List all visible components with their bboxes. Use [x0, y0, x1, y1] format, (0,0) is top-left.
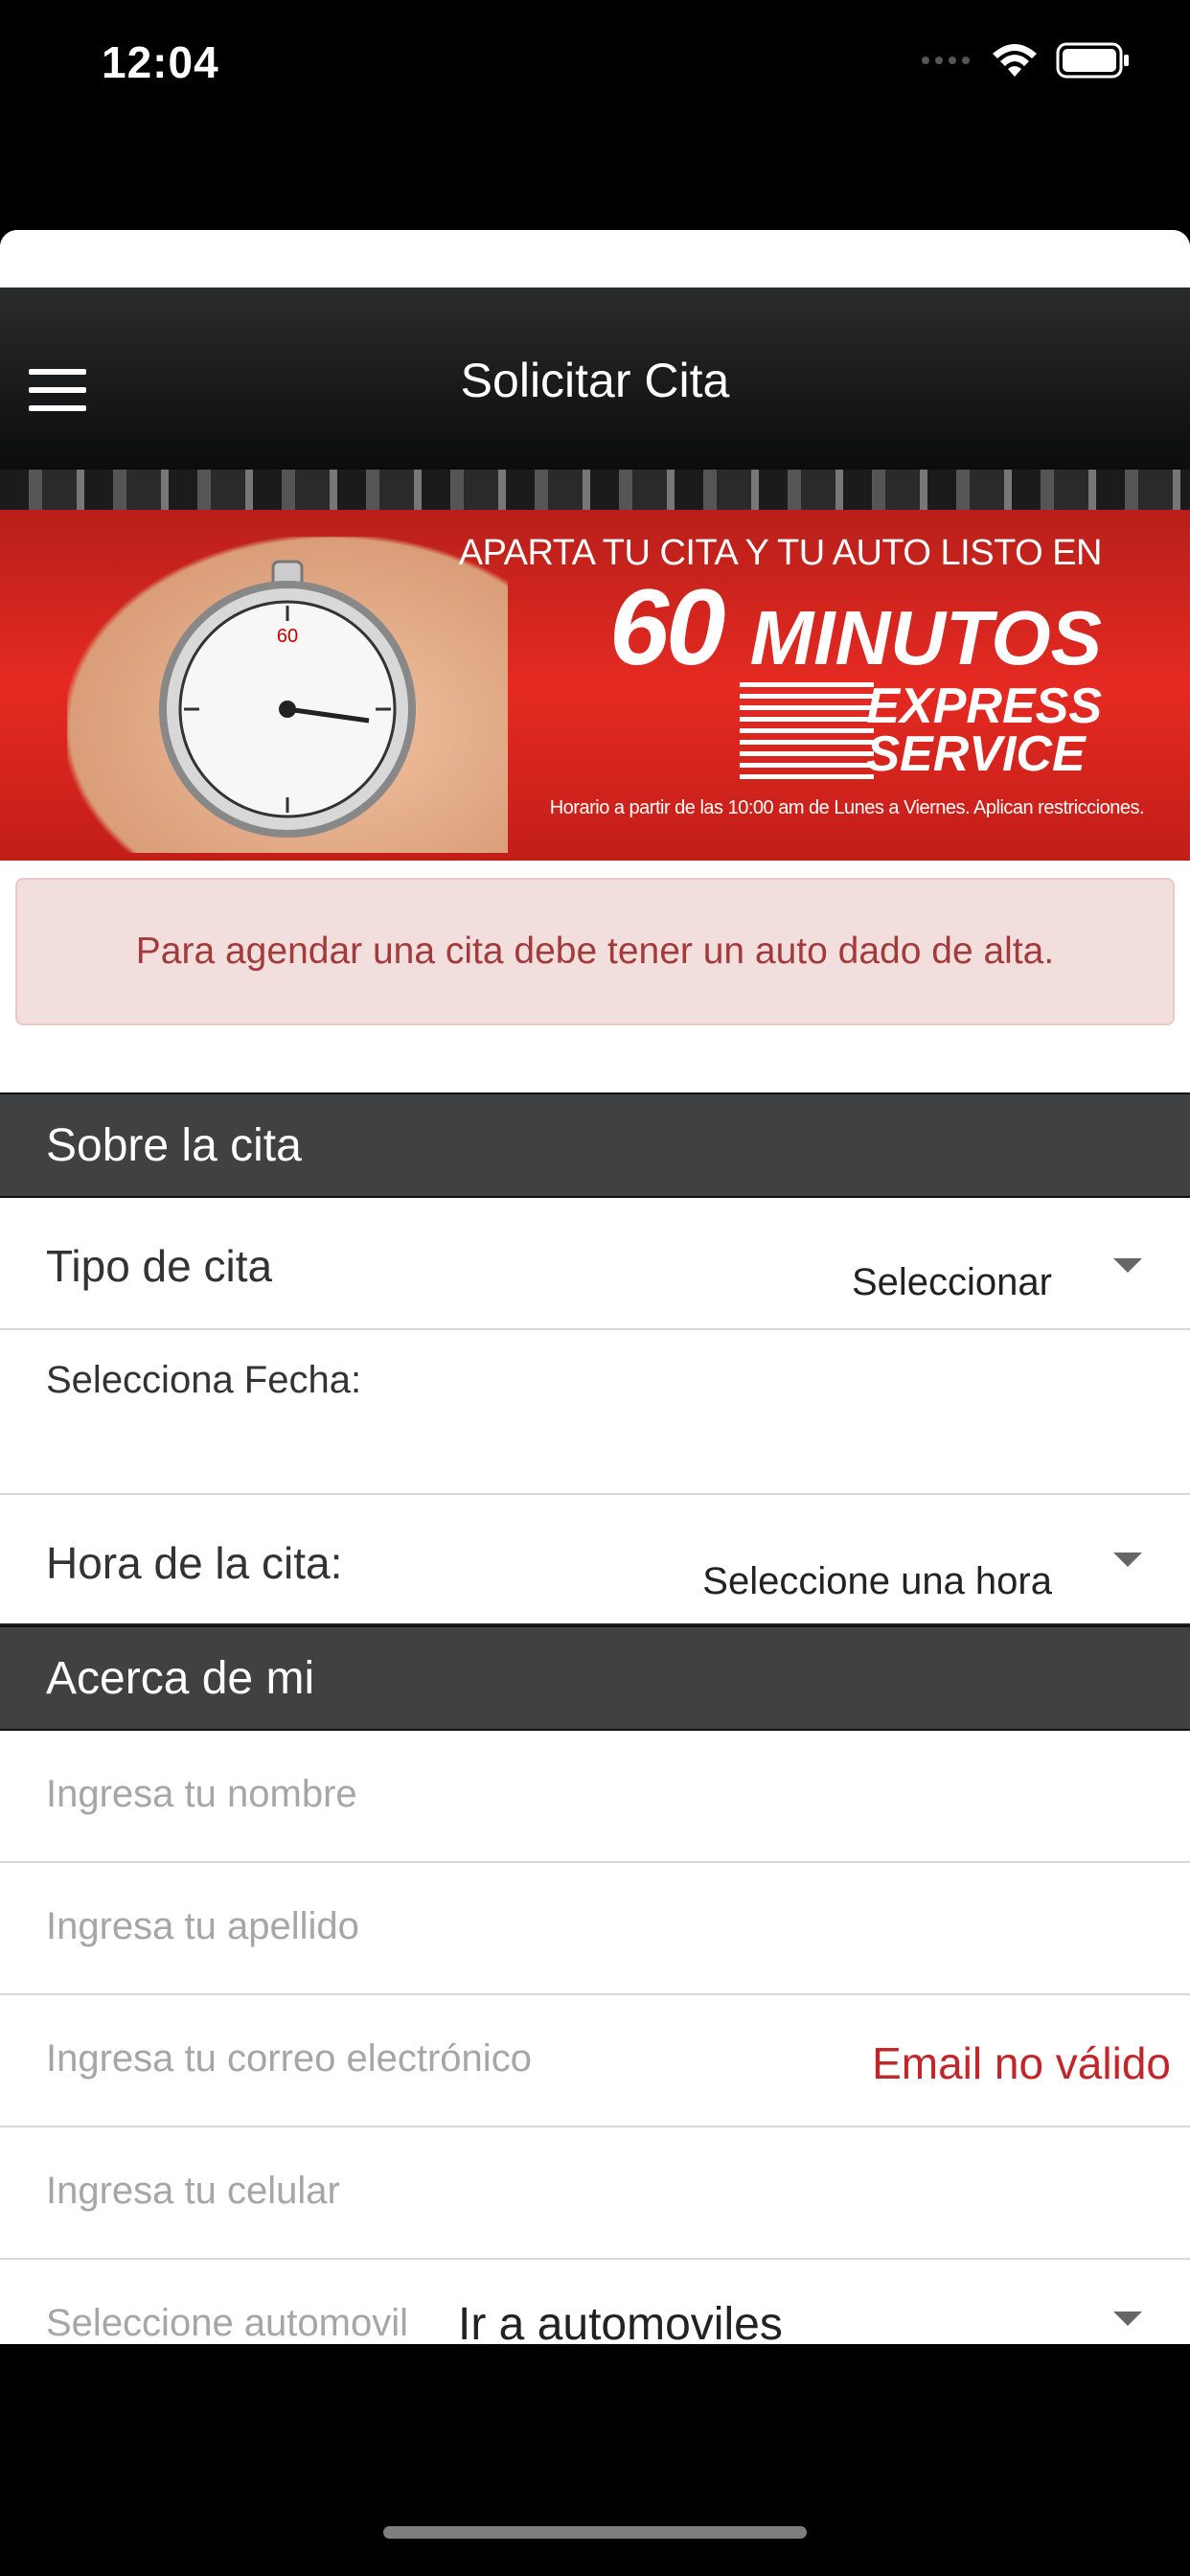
- automovil-select[interactable]: Seleccione automovil Ir a automoviles: [0, 2260, 1190, 2344]
- chevron-down-icon: [1113, 1258, 1142, 1273]
- alert-text: Para agendar una cita debe tener un auto…: [135, 931, 1055, 972]
- automovil-label: Seleccione automovil: [46, 2302, 408, 2344]
- apellido-input[interactable]: Ingresa tu apellido: [0, 1863, 1190, 1995]
- section-header-mi: Acerca de mi: [0, 1625, 1190, 1731]
- correo-placeholder: Ingresa tu correo electrónico: [46, 2037, 532, 2080]
- celular-input[interactable]: Ingresa tu celular: [0, 2128, 1190, 2260]
- tipo-cita-select[interactable]: Tipo de cita Seleccionar: [0, 1198, 1190, 1330]
- hora-cita-value: Seleccione una hora: [702, 1560, 1052, 1602]
- engine-strip: [0, 470, 1190, 510]
- express-service-logo: EXPRESS SERVICE: [866, 678, 1102, 782]
- banner-60-minutos: 60 MINUTOS: [609, 565, 1102, 689]
- email-error: Email no válido: [872, 2038, 1171, 2088]
- automovil-value: Ir a automoviles: [458, 2299, 783, 2344]
- status-time: 12:04: [102, 37, 219, 87]
- apellido-placeholder: Ingresa tu apellido: [46, 1905, 359, 1947]
- speed-lines: [740, 682, 874, 782]
- chevron-down-icon: [1113, 2312, 1142, 2326]
- promo-banner: 60 APARTA TU CITA Y TU AUTO LISTO EN 60 …: [0, 470, 1190, 861]
- fecha-field[interactable]: Selecciona Fecha:: [0, 1330, 1190, 1495]
- top-strip: [0, 230, 1190, 288]
- nombre-input[interactable]: Ingresa tu nombre: [0, 1731, 1190, 1863]
- stopwatch-icon: 60: [159, 560, 416, 838]
- section-title: Sobre la cita: [46, 1119, 302, 1171]
- app-screen: Solicitar Cita 60 APARTA TU CITA Y TU AU…: [0, 230, 1190, 2344]
- banner-minutes: MINUTOS: [749, 595, 1102, 680]
- express-line2: SERVICE: [866, 726, 1086, 782]
- fecha-label: Selecciona Fecha:: [46, 1359, 362, 1401]
- hora-cita-label: Hora de la cita:: [46, 1538, 343, 1588]
- chevron-down-icon: [1113, 1552, 1142, 1567]
- nombre-placeholder: Ingresa tu nombre: [46, 1773, 357, 1815]
- nav-bar: Solicitar Cita: [0, 288, 1190, 470]
- warning-alert: Para agendar una cita debe tener un auto…: [15, 878, 1175, 1025]
- correo-input[interactable]: Ingresa tu correo electrónico Email no v…: [0, 1995, 1190, 2128]
- svg-text:60: 60: [277, 626, 298, 647]
- signal-icon: [922, 57, 970, 64]
- banner-number: 60: [608, 567, 726, 687]
- home-indicator[interactable]: [383, 2526, 807, 2539]
- tipo-cita-label: Tipo de cita: [46, 1241, 273, 1291]
- status-bar: 12:04: [0, 0, 1190, 134]
- section-header-cita: Sobre la cita: [0, 1092, 1190, 1198]
- wifi-icon: [993, 44, 1037, 77]
- celular-placeholder: Ingresa tu celular: [46, 2170, 340, 2212]
- battery-icon: [1056, 42, 1129, 79]
- page-title: Solicitar Cita: [460, 354, 730, 407]
- express-line1: EXPRESS: [866, 678, 1102, 734]
- status-icons: [920, 42, 1131, 79]
- tipo-cita-value: Seleccionar: [851, 1261, 1052, 1303]
- hora-cita-select[interactable]: Hora de la cita: Seleccione una hora: [0, 1495, 1190, 1625]
- section-title: Acerca de mi: [46, 1652, 315, 1704]
- banner-note: Horario a partir de las 10:00 am de Lune…: [549, 797, 1145, 818]
